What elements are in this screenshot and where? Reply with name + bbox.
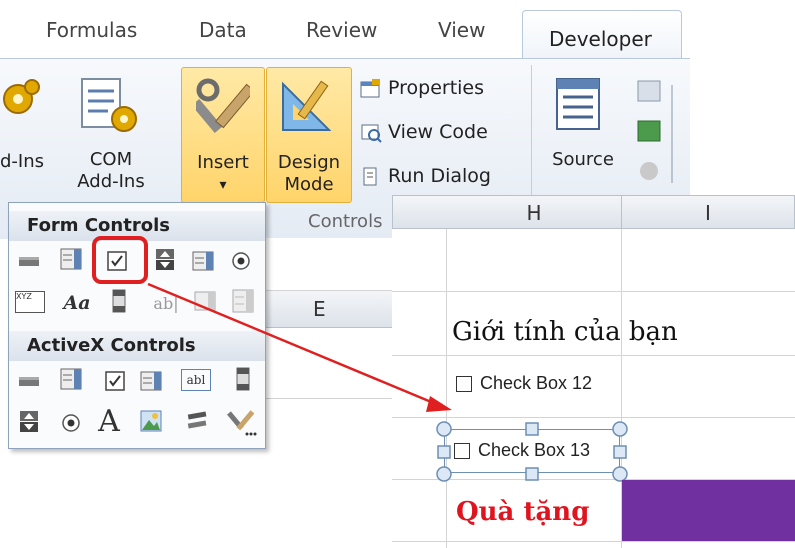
scroll-bar-icon[interactable] (107, 289, 131, 313)
source-button[interactable]: Source (544, 149, 622, 171)
tab-formulas[interactable]: Formulas (46, 18, 137, 42)
tab-view[interactable]: View (438, 18, 485, 42)
column-h-label: H (526, 201, 542, 225)
activex-list-box-icon[interactable] (139, 369, 163, 393)
text-box-icon[interactable]: abl (181, 369, 211, 391)
com-label-line1: COM (89, 149, 133, 170)
more-controls-icon[interactable] (227, 407, 257, 437)
properties-button[interactable]: Properties (360, 77, 484, 99)
spin-button-icon[interactable] (153, 247, 177, 271)
button-icon[interactable] (17, 249, 41, 273)
design-label-line2: Mode (284, 174, 334, 195)
properties-icon (360, 78, 380, 97)
checkbox-12-label: Check Box 12 (480, 373, 593, 393)
insert-button[interactable]: Insert ▾ (181, 67, 265, 203)
insert-label: Insert (197, 152, 249, 173)
addins-label: d-Ins (0, 151, 45, 172)
selection-handles[interactable] (436, 421, 628, 483)
formula-bar-area (264, 238, 394, 291)
checkbox-12-box[interactable] (456, 376, 472, 393)
column-header-e[interactable]: E (264, 290, 394, 328)
addins-gear-icon[interactable] (0, 77, 42, 127)
column-header-i[interactable]: I (621, 195, 795, 229)
run-dialog-button[interactable]: Run Dialog (360, 165, 491, 187)
group-box-glyph: XYZ (16, 292, 32, 301)
highlight-box (92, 236, 148, 284)
activex-label-icon[interactable]: A (97, 404, 121, 439)
run-dialog-icon (363, 167, 377, 185)
activex-checkbox-icon[interactable] (103, 369, 127, 393)
tab-review[interactable]: Review (306, 18, 377, 42)
grid-line (392, 417, 795, 418)
tools-icon (196, 78, 250, 134)
activex-option-button-icon[interactable] (59, 411, 83, 435)
com-addins-icon[interactable] (78, 77, 142, 137)
controls-group-label: Controls (308, 211, 383, 232)
purple-filled-cell[interactable] (622, 480, 795, 541)
design-mode-icon (282, 80, 332, 131)
column-e-label: E (313, 297, 326, 321)
activex-spin-button-icon[interactable] (17, 409, 41, 433)
image-icon[interactable] (139, 409, 163, 433)
checkbox-12[interactable]: Check Box 12 (456, 373, 592, 394)
com-addins-button[interactable]: COM Add-Ins (72, 149, 150, 193)
grid-line (392, 355, 795, 356)
combo-box-icon[interactable] (59, 247, 83, 271)
design-mode-button[interactable]: Design Mode (266, 67, 352, 203)
design-label-line1: Design (277, 152, 341, 173)
grid-line (392, 541, 795, 542)
com-label-line2: Add-Ins (77, 171, 145, 192)
cells-column-e (264, 328, 394, 438)
command-button-icon[interactable] (17, 369, 41, 393)
column-i-label: I (705, 201, 711, 225)
group-separator (531, 65, 532, 195)
tab-data[interactable]: Data (199, 18, 247, 42)
activex-combo-box-icon[interactable] (59, 367, 83, 391)
label-icon[interactable]: Aa (61, 291, 93, 315)
activex-controls-header: ActiveX Controls (9, 331, 265, 361)
grid-line (446, 229, 447, 548)
tab-developer[interactable]: Developer (522, 10, 682, 63)
column-header-h[interactable]: H (446, 195, 622, 229)
combo-list-edit-icon[interactable] (193, 289, 217, 313)
gender-question-text: Giới tính của bạn (452, 317, 678, 347)
text-field-icon[interactable]: ab| (147, 291, 185, 315)
ribbon-tab-bar: Formulas Data Review View Developer (0, 0, 795, 63)
view-code-icon (361, 124, 382, 143)
list-box-icon[interactable] (191, 249, 215, 273)
column-header-g[interactable] (392, 195, 447, 229)
xml-icons-column (637, 80, 673, 183)
toggle-button-icon[interactable] (185, 409, 209, 433)
option-button-icon[interactable] (229, 249, 253, 273)
activex-scroll-bar-icon[interactable] (231, 367, 255, 391)
group-box-icon[interactable]: XYZ (15, 291, 45, 313)
combo-drop-down-edit-icon[interactable] (231, 289, 255, 313)
gift-heading-text: Quà tặng (456, 497, 590, 527)
insert-dropdown-arrow: ▾ (219, 177, 227, 193)
spreadsheet-grid: H I Giới tính của bạn Check Box 12 Check… (392, 195, 795, 548)
run-dialog-label: Run Dialog (388, 165, 491, 187)
properties-label: Properties (388, 77, 485, 99)
source-icon[interactable] (553, 77, 605, 133)
grid-line (392, 291, 795, 292)
view-code-button[interactable]: View Code (360, 121, 488, 143)
tab-developer-label: Developer (549, 27, 652, 51)
view-code-label: View Code (388, 121, 488, 143)
